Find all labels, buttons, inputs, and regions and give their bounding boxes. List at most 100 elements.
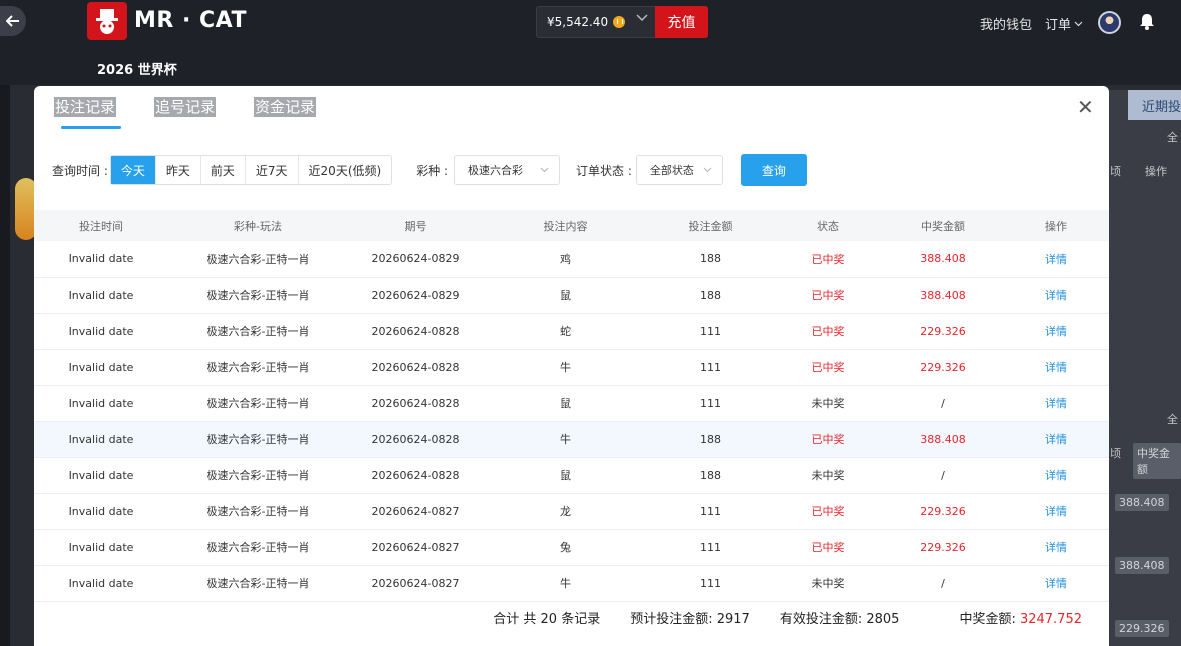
summary-win-label: 中奖金额: bbox=[959, 611, 1016, 627]
time-option-today[interactable]: 今天 bbox=[110, 156, 156, 184]
time-option-yesterday[interactable]: 昨天 bbox=[156, 156, 201, 184]
col-header: 投注时间 bbox=[34, 210, 168, 241]
table-row: Invalid date 极速六合彩-正特一肖 20260624-0827 兔 111 已… bbox=[34, 529, 1109, 566]
table-row: Invalid date 极速六合彩-正特一肖 20260624-0828 牛 111 已… bbox=[34, 349, 1109, 386]
cell-content: 鼠 bbox=[483, 457, 648, 494]
background-recent-tab: 近期投 bbox=[1128, 90, 1181, 120]
detail-link[interactable]: 详情 bbox=[1003, 565, 1109, 602]
summary-total: 合计 共 20 条记录 bbox=[493, 611, 601, 627]
cell-time: Invalid date bbox=[34, 241, 168, 278]
col-header: 投注金额 bbox=[648, 210, 773, 241]
chevron-down-icon bbox=[540, 167, 549, 173]
time-label: 查询时间 : bbox=[52, 163, 108, 178]
filter-bar: 查询时间 : 今天 昨天 前天 近7天 近20天(低频) 彩种 : 极速六合彩 … bbox=[52, 154, 807, 186]
nav-orders[interactable]: 订单 bbox=[1045, 14, 1083, 33]
bell-icon[interactable] bbox=[1139, 13, 1155, 30]
cat-hat-icon bbox=[96, 9, 118, 34]
cell-status: 已中奖 bbox=[773, 277, 883, 314]
cell-win: 229.326 bbox=[883, 313, 1003, 350]
cell-amount: 111 bbox=[648, 529, 773, 566]
col-header: 操作 bbox=[1003, 210, 1109, 241]
cell-status: 已中奖 bbox=[773, 421, 883, 458]
close-icon[interactable]: ✕ bbox=[1077, 97, 1094, 117]
modal-tabs: 投注记录 追号记录 资金记录 bbox=[54, 97, 317, 117]
time-range-selector: 今天 昨天 前天 近7天 近20天(低频) bbox=[109, 155, 393, 185]
col-header: 期号 bbox=[348, 210, 483, 241]
chevron-down-icon[interactable] bbox=[636, 14, 648, 22]
cell-content: 牛 bbox=[483, 565, 648, 602]
cell-status: 未中奖 bbox=[773, 565, 883, 602]
detail-link[interactable]: 详情 bbox=[1003, 385, 1109, 422]
background-amount: 388.408 bbox=[1115, 557, 1169, 574]
detail-link[interactable]: 详情 bbox=[1003, 421, 1109, 458]
cell-content: 牛 bbox=[483, 421, 648, 458]
cell-win: 229.326 bbox=[883, 493, 1003, 530]
detail-link[interactable]: 详情 bbox=[1003, 313, 1109, 350]
cell-win: 229.326 bbox=[883, 529, 1003, 566]
cell-win: 388.408 bbox=[883, 241, 1003, 278]
cell-time: Invalid date bbox=[34, 313, 168, 350]
time-option-day-before[interactable]: 前天 bbox=[201, 156, 246, 184]
table-row: Invalid date 极速六合彩-正特一肖 20260624-0827 龙 111 已… bbox=[34, 493, 1109, 530]
background-amount: 388.408 bbox=[1115, 494, 1169, 511]
cell-status: 已中奖 bbox=[773, 529, 883, 566]
game-select[interactable]: 极速六合彩 bbox=[454, 155, 561, 185]
table-row: Invalid date 极速六合彩-正特一肖 20260624-0828 蛇 111 已… bbox=[34, 313, 1109, 350]
balance-display[interactable]: ¥5,542.40 bbox=[536, 6, 656, 38]
detail-link[interactable]: 详情 bbox=[1003, 349, 1109, 386]
detail-link[interactable]: 详情 bbox=[1003, 241, 1109, 278]
cell-time: Invalid date bbox=[34, 493, 168, 530]
cell-status: 已中奖 bbox=[773, 493, 883, 530]
table-row: Invalid date 极速六合彩-正特一肖 20260624-0828 牛 188 已… bbox=[34, 421, 1109, 458]
tab-fund-records[interactable]: 资金记录 bbox=[254, 97, 317, 117]
tab-bet-records[interactable]: 投注记录 bbox=[54, 97, 117, 117]
background-col-op: 操作 bbox=[1145, 165, 1167, 178]
chevron-down-icon bbox=[703, 167, 712, 173]
background-col-tail-2: 顷 bbox=[1110, 447, 1121, 460]
cell-amount: 111 bbox=[648, 313, 773, 350]
cell-time: Invalid date bbox=[34, 385, 168, 422]
summary-valid: 有效投注金额: 2805 bbox=[779, 611, 900, 627]
brand-logo[interactable] bbox=[87, 2, 127, 40]
background-amount: 229.326 bbox=[1115, 620, 1169, 637]
avatar[interactable] bbox=[1098, 11, 1121, 34]
cell-win: / bbox=[883, 385, 1003, 422]
query-button[interactable]: 查询 bbox=[740, 154, 807, 186]
col-header: 投注内容 bbox=[483, 210, 648, 241]
game-label: 彩种 : bbox=[416, 163, 449, 178]
time-option-7days[interactable]: 近7天 bbox=[246, 156, 299, 184]
table-row: Invalid date 极速六合彩-正特一肖 20260624-0827 牛 111 未… bbox=[34, 565, 1109, 602]
detail-link[interactable]: 详情 bbox=[1003, 493, 1109, 530]
cell-game: 极速六合彩-正特一肖 bbox=[168, 421, 348, 458]
status-select-value: 全部状态 bbox=[649, 164, 694, 177]
cell-issue: 20260624-0828 bbox=[348, 385, 483, 422]
background-col-tail: 顷 bbox=[1110, 165, 1121, 178]
cell-amount: 111 bbox=[648, 565, 773, 602]
cell-game: 极速六合彩-正特一肖 bbox=[168, 493, 348, 530]
detail-link[interactable]: 详情 bbox=[1003, 529, 1109, 566]
time-option-20days[interactable]: 近20天(低频) bbox=[299, 156, 392, 184]
recharge-button[interactable]: 充值 bbox=[655, 6, 708, 38]
cell-time: Invalid date bbox=[34, 421, 168, 458]
cell-amount: 188 bbox=[648, 457, 773, 494]
cell-amount: 111 bbox=[648, 349, 773, 386]
status-select[interactable]: 全部状态 bbox=[635, 155, 723, 185]
cell-time: Invalid date bbox=[34, 529, 168, 566]
cell-status: 已中奖 bbox=[773, 241, 883, 278]
cell-content: 鼠 bbox=[483, 385, 648, 422]
detail-link[interactable]: 详情 bbox=[1003, 457, 1109, 494]
cell-status: 未中奖 bbox=[773, 385, 883, 422]
nav-wallet[interactable]: 我的钱包 bbox=[980, 14, 1032, 33]
summary-win: 中奖金额: 3247.752 bbox=[929, 608, 1082, 627]
cell-issue: 20260624-0828 bbox=[348, 349, 483, 386]
brand-name: MR · CAT bbox=[134, 8, 247, 33]
tab-chase-records[interactable]: 追号记录 bbox=[154, 97, 217, 117]
detail-link[interactable]: 详情 bbox=[1003, 277, 1109, 314]
event-title[interactable]: 2026 世界杯 bbox=[97, 59, 177, 78]
cell-issue: 20260624-0828 bbox=[348, 421, 483, 458]
table-row: Invalid date 极速六合彩-正特一肖 20260624-0829 鼠 188 已… bbox=[34, 277, 1109, 314]
status-label: 订单状态 : bbox=[576, 163, 632, 178]
chevron-down-icon bbox=[1074, 21, 1083, 26]
cell-content: 鸡 bbox=[483, 241, 648, 278]
logout-icon bbox=[6, 15, 19, 27]
